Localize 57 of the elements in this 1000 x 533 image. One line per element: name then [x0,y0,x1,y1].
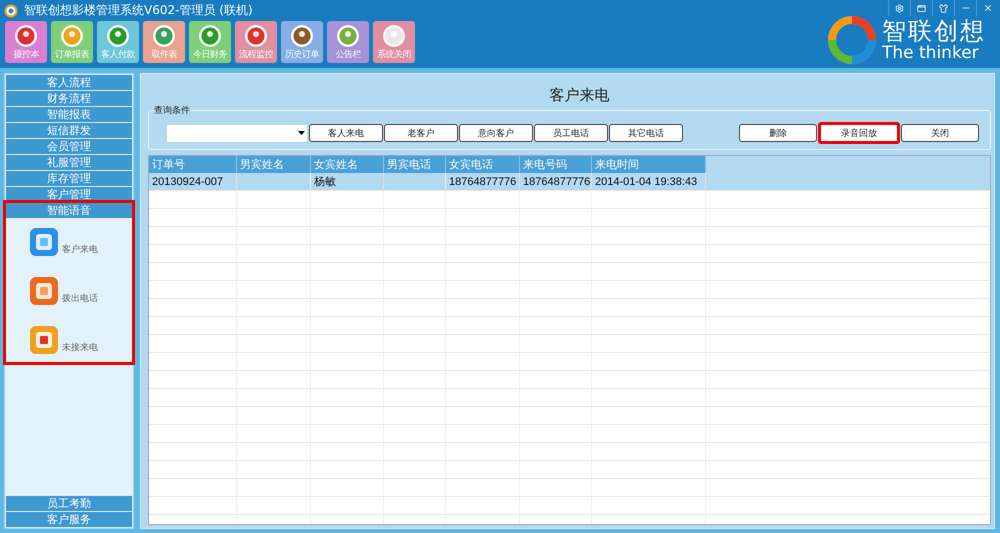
sidebar-item[interactable]: 客人流程 [6,75,132,90]
sidebar-item[interactable]: 客户服务 [6,512,132,527]
table-cell: 杨敏 [311,173,384,190]
circle-icon [244,24,268,48]
circle-icon [152,24,176,48]
nav-item[interactable]: 拨出电话 [30,277,132,305]
nav-item[interactable]: 客户来电 [30,228,132,256]
table-cell: 18764877776 [446,173,520,190]
filter-button[interactable]: 其它电话 [609,124,683,142]
sidebar-item[interactable]: 会员管理 [6,139,132,154]
sidebar-item[interactable]: 智能语音 [6,203,132,218]
toolbar-button[interactable]: 流程监控 [235,21,277,63]
window-title: 智联创想影楼管理系统V602-管理员 (联机) [24,2,253,19]
table-cell: 2014-01-04 19:38:43 [592,173,706,190]
group-legend: 查询条件 [153,104,191,117]
filter-button[interactable]: 员工电话 [534,124,608,142]
filter-button[interactable]: 老客户 [384,124,458,142]
action-button[interactable]: 录音回放 [818,122,900,144]
filter-button[interactable]: 客人来电 [309,124,383,142]
table-cell: 20130924-007 [149,173,237,190]
sidebar-item[interactable]: 智能报表 [6,107,132,122]
window-icon [917,4,926,12]
circle-icon [14,24,38,48]
brand-tagline: The thinker [882,44,980,62]
page-title: 客户来电 [548,86,610,106]
ring-logo-icon [828,16,876,64]
circle-icon [106,24,130,48]
app-logo-icon [4,4,18,18]
circle-icon [382,24,406,48]
toolbar-button[interactable]: 历史订单 [281,21,323,63]
table-cell: 18764877776 [520,173,592,190]
toolbar-button[interactable]: 取件表 [143,21,185,63]
filter-button[interactable]: 意向客户 [459,124,533,142]
table-row[interactable]: 20130924-007 杨敏 18764877776 18764877776 2014-01-04 19:38:43 [149,173,990,191]
action-button[interactable]: 删除 [739,124,817,142]
caret-icon [298,131,305,135]
sidebar-item[interactable]: 库存管理 [6,171,132,186]
toolbar-button[interactable]: 公告栏 [327,21,369,63]
circle-icon [290,24,314,48]
action-button[interactable]: 关闭 [901,124,979,142]
nav-item[interactable]: 未接来电 [30,326,132,354]
shirt-icon [939,4,948,12]
toolbar-button[interactable]: 订单报表 [51,21,93,63]
sidebar-item[interactable]: 财务流程 [6,91,132,106]
toolbar-button[interactable]: 系统关闭 [373,21,415,63]
toolbar-button[interactable]: 客人付款 [97,21,139,63]
close-icon [982,3,992,13]
gear-icon [895,4,904,12]
circle-icon [198,24,222,48]
brand-name: 智联创想 [882,18,986,44]
sidebar-item[interactable]: 员工考勤 [6,496,132,511]
sidebar-item[interactable]: 短信群发 [6,123,132,138]
sidebar-item[interactable]: 礼服管理 [6,155,132,170]
circle-icon [60,24,84,48]
toolbar-button[interactable]: 今日财务 [189,21,231,63]
circle-icon [336,24,360,48]
toolbar-button[interactable]: 摄控本 [5,21,47,63]
